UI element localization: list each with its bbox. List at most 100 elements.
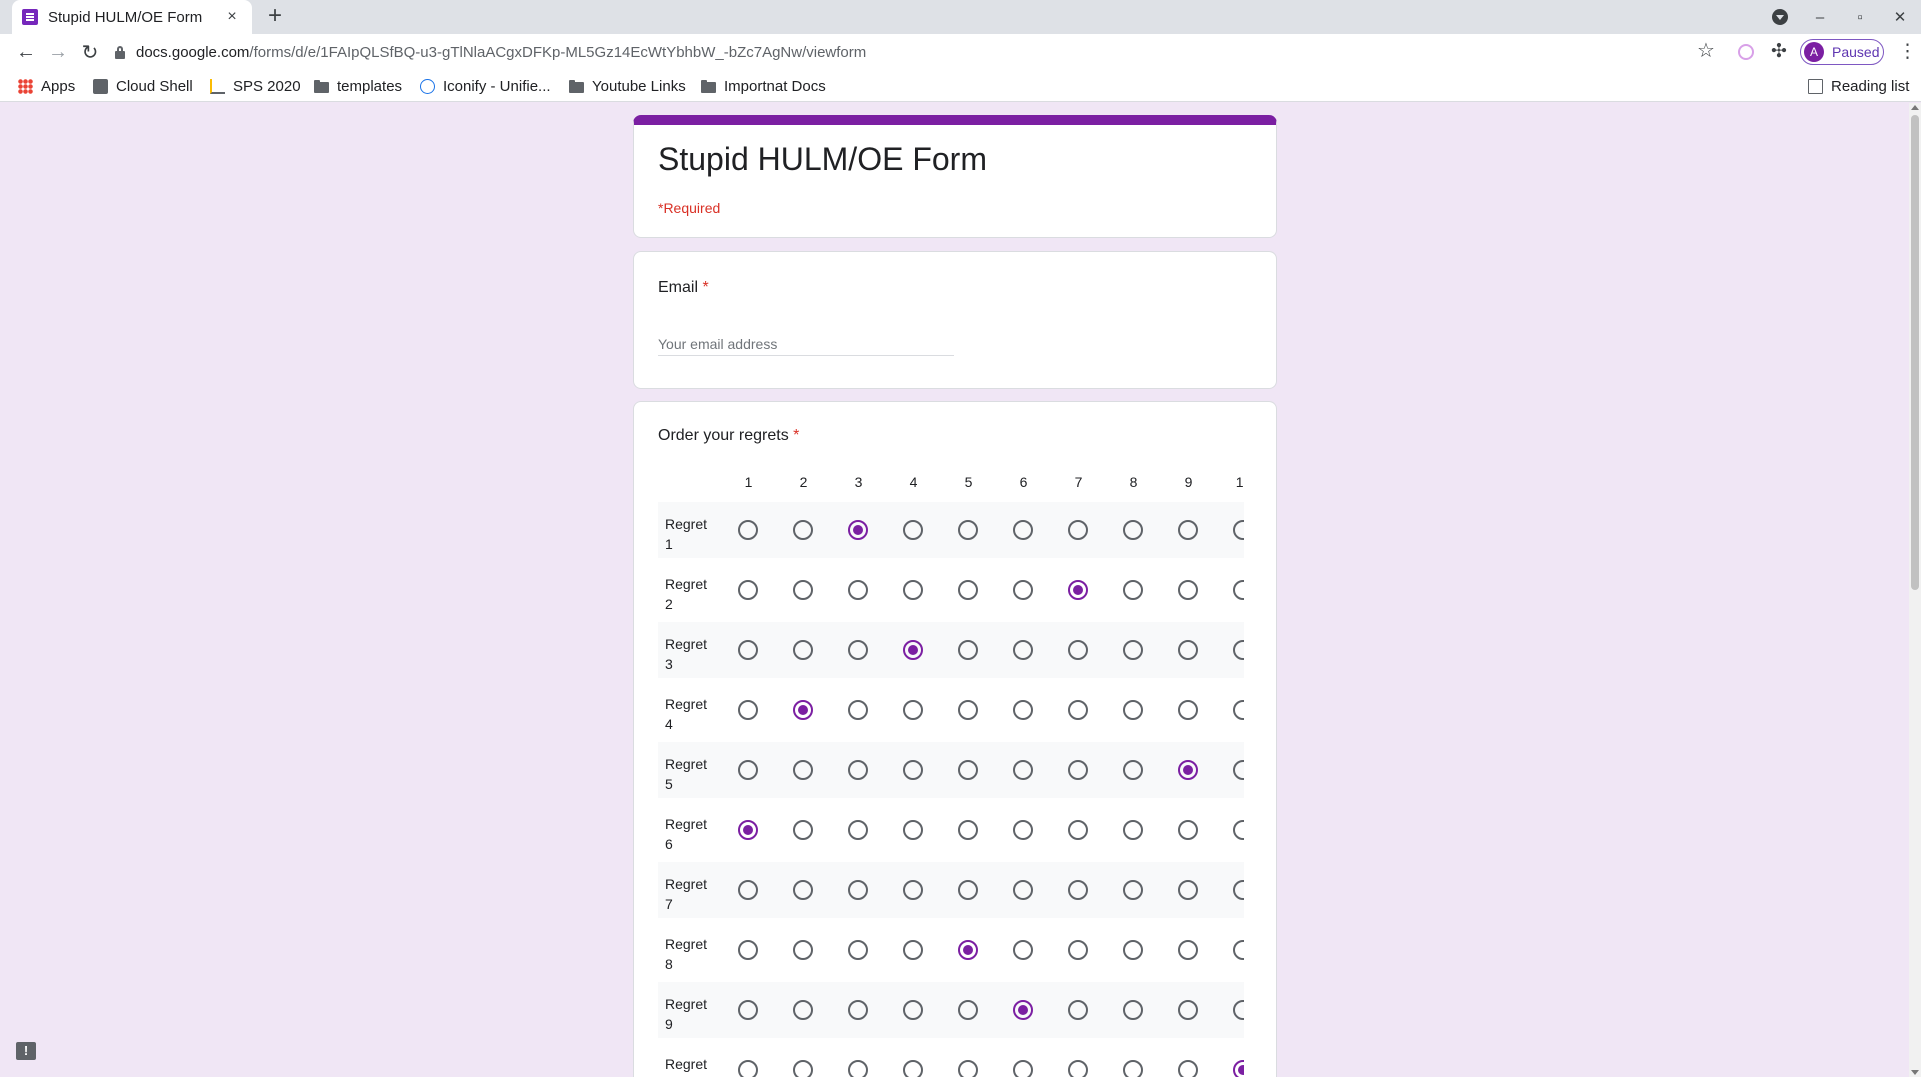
grid-radio-button[interactable] bbox=[1123, 640, 1143, 660]
grid-radio-button[interactable] bbox=[958, 940, 978, 960]
grid-radio-button[interactable] bbox=[958, 640, 978, 660]
grid-radio-button[interactable] bbox=[1123, 580, 1143, 600]
grid-radio-button[interactable] bbox=[848, 820, 868, 840]
grid-radio-button[interactable] bbox=[1013, 520, 1033, 540]
grid-radio-button[interactable] bbox=[1233, 520, 1244, 540]
grid-radio-button[interactable] bbox=[1233, 880, 1244, 900]
grid-radio-button[interactable] bbox=[1233, 1000, 1244, 1020]
bookmark-iconify[interactable]: Iconify - Unifie... bbox=[420, 76, 551, 96]
grid-radio-button[interactable] bbox=[1013, 640, 1033, 660]
grid-radio-button[interactable] bbox=[1123, 940, 1143, 960]
bookmark-templates[interactable]: templates bbox=[314, 76, 402, 96]
grid-radio-button[interactable] bbox=[1178, 820, 1198, 840]
grid-radio-button[interactable] bbox=[1013, 1000, 1033, 1020]
grid-radio-button[interactable] bbox=[1233, 640, 1244, 660]
grid-radio-button[interactable] bbox=[738, 760, 758, 780]
grid-radio-button[interactable] bbox=[738, 820, 758, 840]
grid-radio-button[interactable] bbox=[903, 580, 923, 600]
grid-radio-button[interactable] bbox=[848, 520, 868, 540]
grid-radio-button[interactable] bbox=[1068, 760, 1088, 780]
bookmark-star-icon[interactable]: ☆ bbox=[1697, 38, 1715, 63]
grid-radio-button[interactable] bbox=[1013, 700, 1033, 720]
grid-radio-button[interactable] bbox=[958, 520, 978, 540]
grid-radio-button[interactable] bbox=[738, 940, 758, 960]
grid-radio-button[interactable] bbox=[1178, 880, 1198, 900]
grid-radio-button[interactable] bbox=[1123, 520, 1143, 540]
profile-button[interactable]: A Paused bbox=[1800, 39, 1884, 65]
grid-radio-button[interactable] bbox=[1178, 760, 1198, 780]
tab-search-icon[interactable] bbox=[1772, 9, 1788, 25]
grid-radio-button[interactable] bbox=[848, 1060, 868, 1077]
grid-radio-button[interactable] bbox=[793, 640, 813, 660]
grid-radio-button[interactable] bbox=[958, 700, 978, 720]
grid-radio-button[interactable] bbox=[738, 640, 758, 660]
grid-radio-button[interactable] bbox=[848, 880, 868, 900]
grid-radio-button[interactable] bbox=[1178, 1000, 1198, 1020]
grid-radio-button[interactable] bbox=[1068, 1060, 1088, 1077]
grid-radio-button[interactable] bbox=[738, 700, 758, 720]
grid-radio-button[interactable] bbox=[793, 820, 813, 840]
grid-radio-button[interactable] bbox=[1013, 940, 1033, 960]
report-issue-icon[interactable]: ! bbox=[16, 1042, 36, 1060]
extension-icon[interactable] bbox=[1738, 44, 1754, 60]
grid-radio-button[interactable] bbox=[1233, 700, 1244, 720]
grid-radio-button[interactable] bbox=[848, 940, 868, 960]
scroll-down-arrow-icon[interactable] bbox=[1911, 1070, 1919, 1075]
bookmark-youtube-links[interactable]: Youtube Links bbox=[569, 76, 686, 96]
forward-icon[interactable]: → bbox=[44, 38, 72, 66]
grid-radio-button[interactable] bbox=[738, 1000, 758, 1020]
grid-radio-button[interactable] bbox=[848, 640, 868, 660]
kebab-menu-icon[interactable]: ⋮ bbox=[1898, 40, 1917, 63]
grid-radio-button[interactable] bbox=[848, 760, 868, 780]
grid-radio-button[interactable] bbox=[1233, 760, 1244, 780]
grid-radio-button[interactable] bbox=[1123, 1000, 1143, 1020]
grid-radio-button[interactable] bbox=[958, 820, 978, 840]
bookmark-cloud-shell[interactable]: Cloud Shell bbox=[93, 76, 193, 96]
grid-radio-button[interactable] bbox=[903, 520, 923, 540]
grid-radio-button[interactable] bbox=[1178, 520, 1198, 540]
address-bar[interactable]: docs.google.com /forms/d/e/1FAIpQLSfBQ-u… bbox=[114, 37, 1754, 67]
grid-radio-button[interactable] bbox=[1123, 1060, 1143, 1077]
grid-radio-button[interactable] bbox=[903, 760, 923, 780]
minimize-icon[interactable]: – bbox=[1800, 0, 1840, 34]
grid-radio-button[interactable] bbox=[1013, 760, 1033, 780]
grid-radio-button[interactable] bbox=[903, 700, 923, 720]
grid-radio-button[interactable] bbox=[1123, 760, 1143, 780]
grid-radio-button[interactable] bbox=[1068, 520, 1088, 540]
grid-radio-button[interactable] bbox=[1178, 1060, 1198, 1077]
grid-radio-button[interactable] bbox=[1178, 940, 1198, 960]
maximize-icon[interactable]: ▫ bbox=[1840, 0, 1880, 34]
grid-radio-button[interactable] bbox=[1068, 820, 1088, 840]
browser-tab[interactable]: Stupid HULM/OE Form × bbox=[12, 0, 252, 34]
grid-radio-button[interactable] bbox=[738, 880, 758, 900]
grid-radio-button[interactable] bbox=[1178, 700, 1198, 720]
grid-radio-button[interactable] bbox=[958, 1000, 978, 1020]
grid-radio-button[interactable] bbox=[793, 580, 813, 600]
grid-radio-button[interactable] bbox=[793, 520, 813, 540]
grid-radio-button[interactable] bbox=[958, 580, 978, 600]
grid-radio-button[interactable] bbox=[958, 760, 978, 780]
grid-radio-button[interactable] bbox=[738, 520, 758, 540]
bookmark-apps[interactable]: Apps bbox=[18, 76, 75, 96]
scroll-thumb[interactable] bbox=[1911, 115, 1919, 590]
extensions-puzzle-icon[interactable]: ✣ bbox=[1771, 40, 1787, 63]
grid-radio-button[interactable] bbox=[1013, 1060, 1033, 1077]
grid-radio-button[interactable] bbox=[903, 820, 923, 840]
grid-radio-button[interactable] bbox=[1068, 1000, 1088, 1020]
grid-radio-button[interactable] bbox=[793, 760, 813, 780]
grid-radio-button[interactable] bbox=[903, 940, 923, 960]
grid-radio-button[interactable] bbox=[848, 1000, 868, 1020]
grid-radio-button[interactable] bbox=[793, 1060, 813, 1077]
back-icon[interactable]: ← bbox=[12, 38, 40, 66]
grid-radio-button[interactable] bbox=[793, 940, 813, 960]
grid-radio-button[interactable] bbox=[1068, 580, 1088, 600]
grid-radio-button[interactable] bbox=[738, 580, 758, 600]
close-window-icon[interactable]: ✕ bbox=[1880, 0, 1920, 34]
grid-radio-button[interactable] bbox=[903, 1060, 923, 1077]
grid-radio-button[interactable] bbox=[793, 700, 813, 720]
new-tab-button[interactable]: + bbox=[262, 4, 288, 30]
grid-radio-button[interactable] bbox=[1013, 880, 1033, 900]
grid-radio-button[interactable] bbox=[1233, 580, 1244, 600]
grid-radio-button[interactable] bbox=[903, 1000, 923, 1020]
grid-radio-button[interactable] bbox=[1233, 820, 1244, 840]
